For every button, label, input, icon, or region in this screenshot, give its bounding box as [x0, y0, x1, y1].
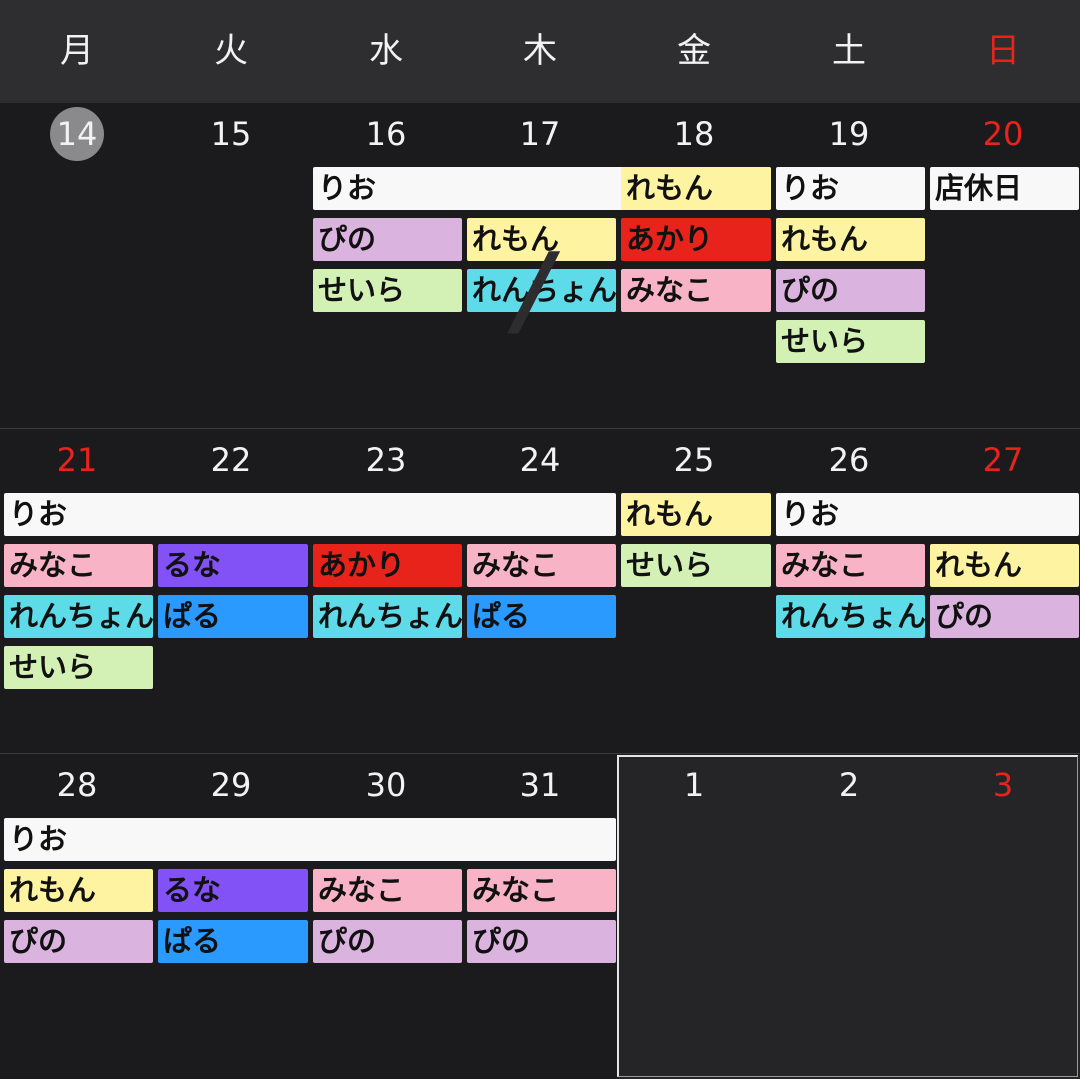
day-number[interactable]: 19: [772, 109, 926, 159]
event-chip[interactable]: せいら: [313, 269, 462, 312]
day-number[interactable]: 16: [309, 109, 463, 159]
day-number[interactable]: 14: [0, 109, 154, 159]
event-chip[interactable]: るな: [158, 869, 308, 912]
event-chip[interactable]: ぱる: [467, 595, 616, 638]
event-chip[interactable]: ぴの: [776, 269, 925, 312]
day-number[interactable]: 29: [154, 760, 308, 810]
event-chip[interactable]: せいら: [776, 320, 925, 363]
event-chip[interactable]: りお: [776, 167, 925, 210]
day-number[interactable]: 23: [309, 435, 463, 485]
day-number[interactable]: 15: [154, 109, 308, 159]
event-chip[interactable]: ぴの: [930, 595, 1079, 638]
event-chip[interactable]: ぴの: [4, 920, 153, 963]
event-chip[interactable]: みなこ: [776, 544, 925, 587]
event-chip[interactable]: れんちょん: [776, 595, 925, 638]
day-number[interactable]: 2: [772, 760, 926, 810]
weekday-header: 月火水木金土日: [0, 0, 1080, 103]
day-number[interactable]: 22: [154, 435, 308, 485]
event-chip[interactable]: れもん: [930, 544, 1079, 587]
day-number[interactable]: 24: [463, 435, 617, 485]
week-separator: [0, 753, 1080, 754]
day-number[interactable]: 30: [309, 760, 463, 810]
event-chip[interactable]: れんちょん: [4, 595, 153, 638]
event-chip[interactable]: りお: [4, 493, 616, 536]
weekday-label-2: 水: [369, 31, 403, 71]
day-number[interactable]: 3: [926, 760, 1080, 810]
day-number[interactable]: 28: [0, 760, 154, 810]
week-separator: [0, 428, 1080, 429]
day-number[interactable]: 18: [617, 109, 771, 159]
day-number[interactable]: 21: [0, 435, 154, 485]
event-chip[interactable]: あかり: [313, 544, 462, 587]
event-chip[interactable]: ぱる: [158, 595, 308, 638]
event-chip[interactable]: せいら: [621, 544, 771, 587]
event-chip[interactable]: れもん: [621, 167, 771, 210]
event-chip[interactable]: せいら: [4, 646, 153, 689]
event-chip[interactable]: みなこ: [313, 869, 462, 912]
event-chip[interactable]: みなこ: [467, 544, 616, 587]
event-chip[interactable]: ぴの: [313, 920, 462, 963]
event-chip[interactable]: れんちょん: [313, 595, 462, 638]
event-chip[interactable]: 店休日: [930, 167, 1079, 210]
day-number[interactable]: 20: [926, 109, 1080, 159]
weekday-label-4: 金: [677, 31, 711, 71]
weekday-label-3: 木: [523, 31, 557, 71]
weekday-label-5: 土: [832, 31, 866, 71]
event-chip[interactable]: れもん: [621, 493, 771, 536]
day-number[interactable]: 31: [463, 760, 617, 810]
event-chip[interactable]: みなこ: [4, 544, 153, 587]
event-chip[interactable]: みなこ: [621, 269, 771, 312]
day-number[interactable]: 25: [617, 435, 771, 485]
day-number[interactable]: 1: [617, 760, 771, 810]
event-chip[interactable]: れもん: [4, 869, 153, 912]
watermark-slash: /: [516, 231, 554, 348]
event-chip[interactable]: れもん: [776, 218, 925, 261]
weekday-label-1: 火: [214, 31, 248, 71]
event-chip[interactable]: みなこ: [467, 869, 616, 912]
event-chip[interactable]: りお: [776, 493, 1079, 536]
event-chip[interactable]: あかり: [621, 218, 771, 261]
day-number[interactable]: 26: [772, 435, 926, 485]
event-chip[interactable]: ぱる: [158, 920, 308, 963]
event-chip[interactable]: ぴの: [467, 920, 616, 963]
weekday-label-6: 日: [986, 31, 1020, 71]
day-number[interactable]: 17: [463, 109, 617, 159]
event-chip[interactable]: るな: [158, 544, 308, 587]
day-number[interactable]: 27: [926, 435, 1080, 485]
event-chip[interactable]: ぴの: [313, 218, 462, 261]
weekday-label-0: 月: [60, 31, 94, 71]
event-chip[interactable]: りお: [4, 818, 616, 861]
